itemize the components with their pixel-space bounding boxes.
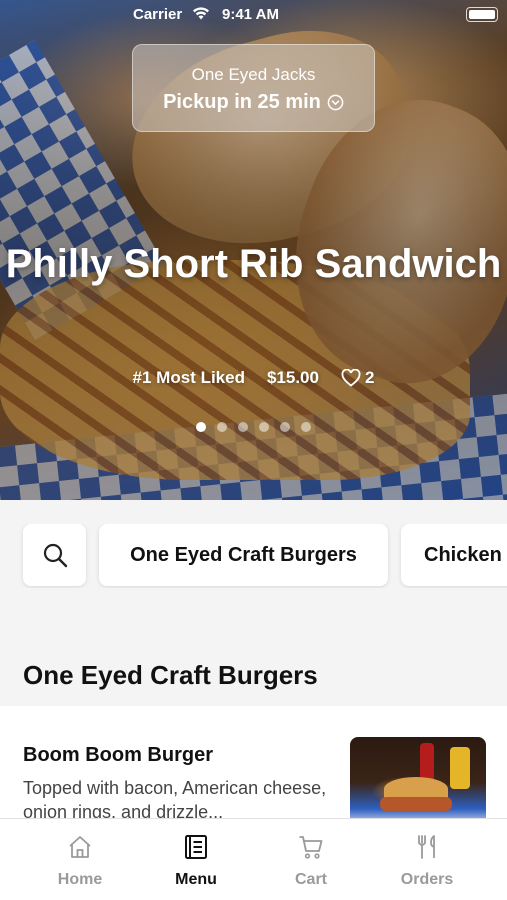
tab-label: Orders [400,871,454,888]
pickup-time-selector[interactable]: One Eyed Jacks Pickup in 25 min [132,44,375,132]
carrier-label: Carrier [133,6,183,23]
tab-label: Cart [294,871,327,888]
tab-menu[interactable]: Menu [146,819,246,900]
carousel-dot[interactable] [196,422,206,432]
carousel-dot[interactable] [238,422,248,432]
section-heading: One Eyed Craft Burgers [23,660,318,690]
wifi-icon [193,7,209,20]
carousel-dot[interactable] [301,422,311,432]
chevron-down-circle-icon [327,94,344,111]
bottom-tab-bar: Home Menu Cart Orders [0,818,507,900]
menu-item-name: Boom Boom Burger [23,744,213,766]
menu-book-icon [185,835,207,859]
featured-item-title: Philly Short Rib Sandwich [5,242,502,286]
carousel-dot[interactable] [259,422,269,432]
clock-label: 9:41 AM [222,6,279,23]
featured-hero-banner[interactable]: Carrier 9:41 AM One Eyed Jacks Pickup in… [0,0,507,500]
carousel-dot[interactable] [217,422,227,432]
heart-icon[interactable] [341,369,361,387]
featured-item-meta: #1 Most Liked $15.00 2 [0,368,507,388]
featured-price: $15.00 [266,368,319,387]
tab-cart[interactable]: Cart [261,819,361,900]
category-chip-bar[interactable]: One Eyed Craft Burgers Chicken [0,524,507,588]
battery-icon [466,7,498,22]
menu-item-card[interactable]: Boom Boom Burger Topped with bacon, Amer… [0,706,507,836]
tab-home[interactable]: Home [30,819,130,900]
search-icon [43,543,67,568]
tab-label: Menu [175,871,217,888]
search-button[interactable] [23,524,86,586]
carousel-dot[interactable] [280,422,290,432]
carousel-page-indicator[interactable] [0,422,507,432]
store-name: One Eyed Jacks [191,65,316,84]
like-count: 2 [364,368,375,387]
category-chip-chicken[interactable]: Chicken [401,524,507,586]
menu-item-description: Topped with bacon, American cheese, onio… [23,778,327,822]
tab-label: Home [57,871,103,888]
tab-orders[interactable]: Orders [377,819,477,900]
home-icon [69,836,91,858]
utensils-icon [418,835,435,859]
pickup-eta: Pickup in 25 min [163,91,321,113]
category-chip-craft-burgers[interactable]: One Eyed Craft Burgers [99,524,388,586]
featured-tag: #1 Most Liked [132,368,245,387]
cart-icon [299,836,323,859]
status-bar: Carrier 9:41 AM [0,0,507,30]
menu-item-photo [350,737,486,827]
